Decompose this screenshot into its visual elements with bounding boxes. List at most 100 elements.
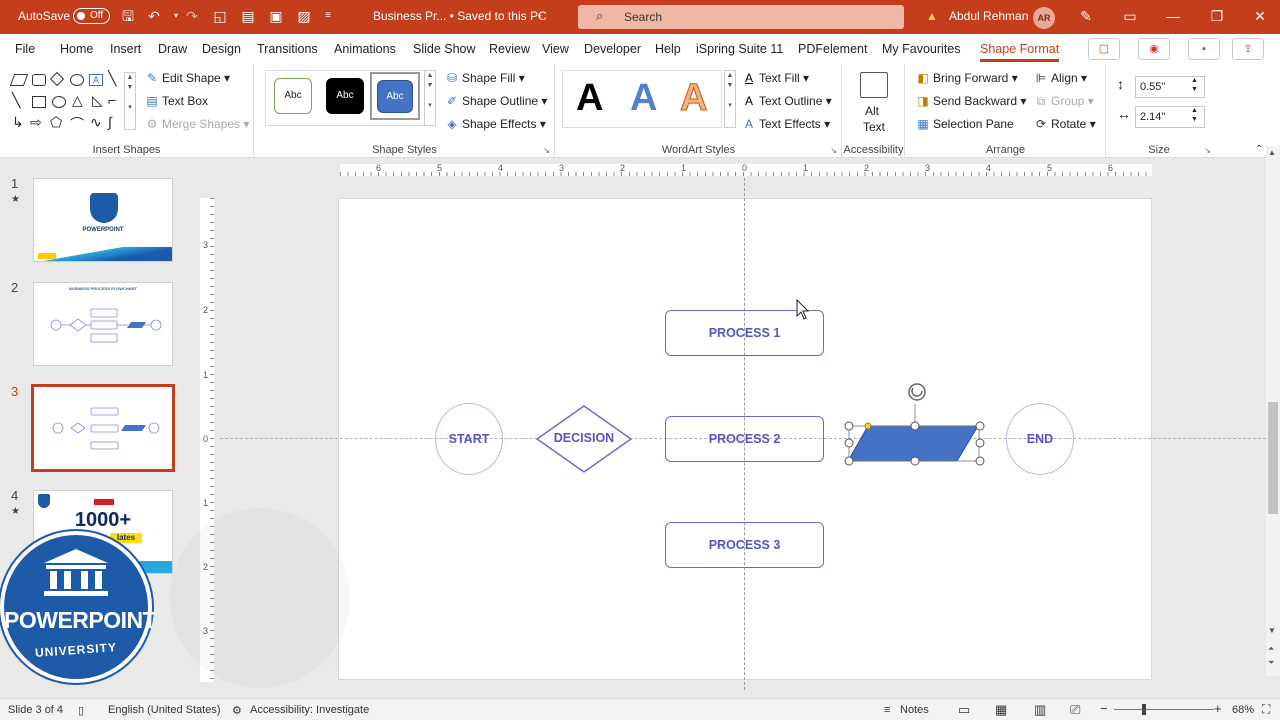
scroll-thumb[interactable] bbox=[1268, 402, 1278, 514]
chevron-shape-icon[interactable]: ⌐ bbox=[108, 92, 116, 108]
tab-shape-format[interactable]: Shape Format bbox=[980, 42, 1060, 62]
pen-icon[interactable]: ✎ bbox=[1076, 8, 1096, 25]
shape-fill-button[interactable]: ⛁ Shape Fill ▾ bbox=[445, 71, 525, 85]
align-button[interactable]: ⊫ Align ▾ bbox=[1034, 71, 1087, 85]
width-spinner-icon[interactable]: ▲ ▼ bbox=[1191, 106, 1198, 124]
brace-shape-icon[interactable]: ⌒ bbox=[70, 114, 84, 134]
process-3-shape[interactable]: PROCESS 3 bbox=[665, 522, 824, 568]
zoom-slider[interactable] bbox=[1114, 709, 1214, 710]
present-teams-button[interactable]: ▪ bbox=[1188, 38, 1220, 60]
connector-shape-icon[interactable]: ↳ bbox=[12, 114, 24, 131]
customize-qat-icon[interactable]: ≡ bbox=[320, 8, 336, 24]
selected-parallelogram-shape[interactable] bbox=[840, 380, 990, 470]
shape-styles-scroll[interactable]: ▲ ▼ ▾ bbox=[424, 70, 436, 126]
zoom-out-icon[interactable]: − bbox=[1100, 701, 1108, 716]
undo-icon[interactable]: ↶ bbox=[146, 8, 162, 24]
accessibility-status[interactable]: Accessibility: Investigate bbox=[250, 704, 369, 716]
zoom-in-icon[interactable]: + bbox=[1214, 701, 1222, 716]
parallelogram-shape-icon[interactable] bbox=[9, 74, 29, 86]
tab-transitions[interactable]: Transitions bbox=[257, 42, 318, 56]
text-fill-button[interactable]: A Text Fill ▾ bbox=[742, 71, 809, 85]
tab-ispring[interactable]: iSpring Suite 11 bbox=[696, 42, 783, 56]
wordart-preset-black[interactable]: A bbox=[576, 76, 603, 120]
alt-text-icon[interactable] bbox=[860, 72, 888, 98]
autosave-toggle[interactable]: Off bbox=[73, 8, 110, 24]
size-launcher-icon[interactable]: ↘ bbox=[1204, 146, 1211, 155]
maximize-icon[interactable]: ❐ bbox=[1207, 8, 1227, 25]
tab-insert[interactable]: Insert bbox=[110, 42, 141, 56]
redo-icon[interactable]: ↷ bbox=[184, 8, 200, 24]
shapes-gallery-scroll[interactable]: ▲ ▼ ▾ bbox=[124, 72, 136, 130]
tab-design[interactable]: Design bbox=[202, 42, 241, 56]
text-box-button[interactable]: ▤ Text Box bbox=[145, 94, 208, 108]
previous-slide-icon[interactable]: ⏶ bbox=[1268, 644, 1274, 654]
bring-forward-button[interactable]: ◧ Bring Forward ▾ bbox=[916, 71, 1017, 85]
slideshow-view-icon[interactable]: ⎚ bbox=[1070, 702, 1080, 718]
slide-thumbnail-2[interactable]: BUSINESS PROCESS FLOWCHART bbox=[33, 282, 173, 366]
zoom-slider-thumb[interactable] bbox=[1142, 704, 1146, 715]
slide-sorter-icon[interactable]: ▦ bbox=[995, 702, 1007, 718]
zoom-level[interactable]: 68% bbox=[1232, 704, 1254, 716]
accessibility-icon[interactable]: ⚙ bbox=[232, 704, 242, 717]
scribble-shape-icon[interactable]: ∿ bbox=[90, 114, 102, 131]
selection-pane-button[interactable]: ▦ Selection Pane bbox=[916, 117, 1013, 131]
vertical-scrollbar[interactable]: ▲ ▼ ⏶ ⏷ bbox=[1266, 146, 1280, 676]
save-icon[interactable]: 🖫 bbox=[120, 8, 136, 24]
collapse-ribbon-icon[interactable]: ⌃ bbox=[1255, 144, 1263, 155]
document-title[interactable]: Business Pr... • Saved to this PC bbox=[373, 9, 547, 23]
tab-help[interactable]: Help bbox=[655, 42, 681, 56]
merge-shapes-button[interactable]: ⚙ Merge Shapes ▾ bbox=[145, 117, 250, 131]
group-button[interactable]: ⧉ Group ▾ bbox=[1034, 94, 1094, 109]
shape-effects-button[interactable]: ◈ Shape Effects ▾ bbox=[445, 117, 545, 131]
share-button[interactable]: ⇪ bbox=[1232, 38, 1264, 60]
scroll-up-icon[interactable]: ▲ bbox=[1268, 148, 1276, 157]
oval-shape-icon[interactable] bbox=[70, 74, 84, 86]
normal-view-icon[interactable]: ▭ bbox=[958, 702, 970, 718]
warning-icon[interactable]: ▲ bbox=[926, 9, 938, 23]
spelling-icon[interactable]: ▯ bbox=[78, 704, 84, 717]
send-backward-button[interactable]: ◨ Send Backward ▾ bbox=[916, 94, 1026, 108]
comments-button[interactable]: ▢ bbox=[1088, 38, 1120, 60]
present-icon[interactable]: ◱ bbox=[212, 8, 228, 24]
rotate-button[interactable]: ⟳ Rotate ▾ bbox=[1034, 117, 1096, 131]
ellipse-shape-icon[interactable] bbox=[52, 96, 66, 108]
shape-style-preset-1[interactable]: Abc bbox=[274, 78, 312, 114]
wordart-preset-orange[interactable]: A bbox=[679, 76, 707, 120]
insert-image-icon[interactable]: ▣ bbox=[268, 8, 284, 24]
text-effects-button[interactable]: A Text Effects ▾ bbox=[742, 117, 830, 131]
tab-developer[interactable]: Developer bbox=[584, 42, 641, 56]
height-spinner-icon[interactable]: ▲ ▼ bbox=[1191, 76, 1198, 94]
fit-to-window-icon[interactable]: ⛶ bbox=[1262, 702, 1270, 717]
language-status[interactable]: English (United States) bbox=[108, 704, 221, 716]
ribbon-display-icon[interactable]: ▭ bbox=[1120, 8, 1140, 25]
wordart-scroll[interactable]: ▲ ▼ ▾ bbox=[724, 70, 736, 128]
tab-slide-show[interactable]: Slide Show bbox=[413, 42, 476, 56]
curve-shape-icon[interactable]: ∫ bbox=[108, 114, 112, 130]
shape-outline-button[interactable]: ✐ Shape Outline ▾ bbox=[445, 94, 547, 108]
next-slide-icon[interactable]: ⏷ bbox=[1268, 658, 1274, 668]
wordart-preset-blue[interactable]: A bbox=[630, 76, 657, 120]
tab-view[interactable]: View bbox=[542, 42, 569, 56]
notes-button[interactable]: Notes bbox=[900, 704, 929, 716]
start-shape[interactable]: START bbox=[435, 403, 503, 475]
line-shape-icon[interactable]: ╲ bbox=[108, 70, 116, 87]
shape-style-preset-2[interactable]: Abc bbox=[326, 78, 364, 114]
textbox-shape-icon[interactable]: A bbox=[89, 74, 103, 86]
alt-text-label-1[interactable]: Alt bbox=[865, 104, 879, 118]
tab-pdfelement[interactable]: PDFelement bbox=[798, 42, 867, 56]
arrow-shape-icon[interactable]: ⇨ bbox=[30, 114, 42, 131]
user-name[interactable]: Abdul Rehman bbox=[949, 9, 1028, 23]
rect-shape-icon[interactable] bbox=[32, 96, 46, 108]
slide-thumbnail-1[interactable]: POWERPOINT bbox=[33, 178, 173, 262]
undo-dropdown-icon[interactable]: ▾ bbox=[168, 8, 184, 24]
end-shape[interactable]: END bbox=[1006, 403, 1074, 475]
rtriangle-shape-icon[interactable]: ◺ bbox=[92, 92, 103, 109]
line-diag-icon[interactable]: ╲ bbox=[12, 92, 20, 109]
avatar[interactable]: AR bbox=[1033, 7, 1055, 29]
pdf-icon[interactable]: ▨ bbox=[296, 8, 312, 24]
wordart-launcher-icon[interactable]: ↘ bbox=[830, 146, 837, 155]
tab-review[interactable]: Review bbox=[489, 42, 530, 56]
tab-my-favourites[interactable]: My Favourites bbox=[882, 42, 961, 56]
tab-draw[interactable]: Draw bbox=[158, 42, 187, 56]
new-slide-icon[interactable]: ▤ bbox=[240, 8, 256, 24]
